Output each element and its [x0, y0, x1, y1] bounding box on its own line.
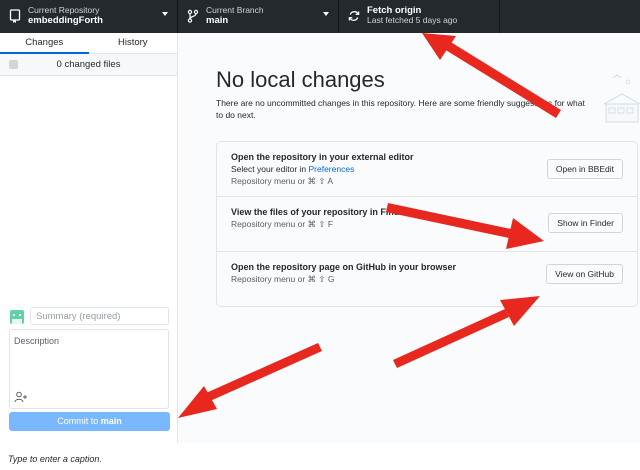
repository-label: Current Repository [28, 5, 100, 15]
suggestion-card-github: Open the repository page on GitHub in yo… [217, 252, 637, 306]
commit-button[interactable]: Commit to main [9, 412, 170, 431]
tab-changes[interactable]: Changes [0, 33, 89, 54]
card-description: Select your editor in Preferences [231, 164, 354, 174]
description-placeholder: Description [14, 336, 60, 346]
repository-icon [9, 9, 21, 23]
changed-files-count: 0 changed files [56, 59, 121, 70]
chevron-down-icon [162, 12, 168, 16]
branch-icon [187, 9, 199, 23]
image-caption[interactable]: Type to enter a caption. [8, 454, 102, 464]
app-toolbar: Current Repository embeddingForth Curren… [0, 0, 640, 33]
sync-icon [348, 11, 360, 21]
chevron-down-icon [323, 12, 329, 16]
sidebar-tabs: Changes History [0, 33, 177, 54]
avatar [10, 310, 24, 324]
open-in-editor-button[interactable]: Open in BBEdit [546, 159, 623, 179]
page-subtitle: There are no uncommitted changes in this… [216, 98, 585, 120]
tab-history[interactable]: History [89, 33, 178, 53]
changed-files-header: 0 changed files [0, 54, 177, 76]
card-title: Open the repository in your external edi… [231, 152, 414, 162]
card-title: View the files of your repository in Fin… [231, 207, 408, 217]
suggestions-list: Open the repository in your external edi… [216, 141, 638, 307]
suggestion-card-editor: Open the repository in your external edi… [217, 142, 637, 197]
card-shortcut: Repository menu or ⌘ ⇧ F [231, 219, 334, 229]
current-branch-dropdown[interactable]: Current Branch main [178, 0, 339, 33]
card-title: Open the repository page on GitHub in yo… [231, 262, 457, 272]
fetch-status: Last fetched 5 days ago [367, 15, 458, 25]
branch-label: Current Branch [206, 5, 264, 15]
repository-name: embeddingForth [28, 15, 103, 26]
empty-state-illustration [603, 74, 640, 123]
summary-input[interactable]: Summary (required) [30, 307, 169, 325]
card-shortcut: Repository menu or ⌘ ⇧ G [231, 274, 335, 284]
card-shortcut: Repository menu or ⌘ ⇧ A [231, 176, 334, 186]
card-description-text: Select your editor in [231, 164, 309, 174]
page-title: No local changes [216, 67, 385, 92]
description-field[interactable]: Description [9, 329, 169, 409]
commit-form: Summary (required) Description Commit to… [0, 307, 177, 443]
view-on-github-button[interactable]: View on GitHub [546, 264, 623, 284]
commit-branch-name: main [100, 416, 122, 426]
fetch-origin-button[interactable]: Fetch origin Last fetched 5 days ago [339, 0, 500, 33]
commit-button-prefix: Commit to [57, 416, 101, 426]
main-content: No local changes There are no uncommitte… [178, 33, 640, 443]
add-co-author-icon[interactable] [14, 391, 28, 403]
current-repository-dropdown[interactable]: Current Repository embeddingForth [0, 0, 178, 33]
branch-name: main [206, 15, 229, 26]
show-in-finder-button[interactable]: Show in Finder [548, 213, 623, 233]
preferences-link[interactable]: Preferences [308, 164, 354, 174]
suggestion-card-finder: View the files of your repository in Fin… [217, 197, 637, 252]
sidebar: Changes History 0 changed files Summary … [0, 33, 178, 443]
